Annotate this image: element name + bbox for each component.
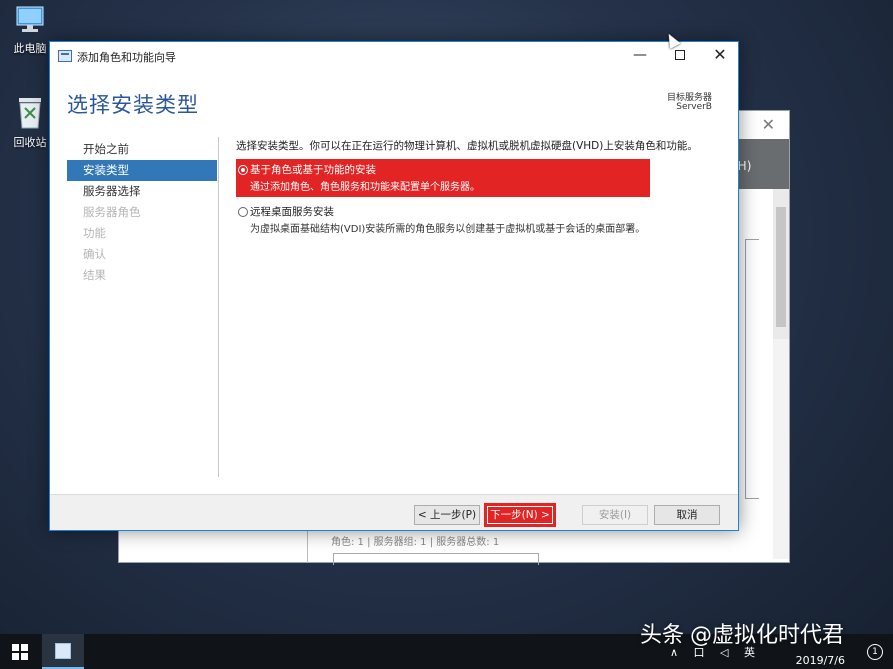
close-button[interactable]: ✕ [700,42,740,70]
cancel-button[interactable]: 取消 [654,505,720,525]
option-role-based-desc: 通过添加角色、角色服务和功能来配置单个服务器。 [250,182,480,193]
target-server-value: ServerB [676,102,712,112]
clock-date[interactable]: 2019/7/6 [796,654,845,667]
close-icon: ✕ [713,45,727,64]
windows-logo-icon [12,644,28,660]
intro-text: 选择安装类型。你可以在正在运行的物理计算机、虚拟机或脱机虚拟硬盘(VHD)上安装… [236,140,698,152]
nav-item-installation-type[interactable]: 安装类型 [67,160,217,181]
nav-item-confirmation: 确认 [83,247,106,261]
minimize-button[interactable]: — [620,42,660,70]
scrollbar-thumb[interactable] [776,207,786,327]
wizard-footer: < 上一步(P) 下一步(N) > 安装(I) 取消 [50,494,738,530]
title-bar[interactable]: 添加角色和功能向导 — ✕ [50,42,738,72]
option-rds-install[interactable]: 远程桌面服务安装 为虚拟桌面基础结构(VDI)安装所需的角色服务以创建基于虚拟机… [236,201,650,238]
nav-item-server-roles: 服务器角色 [83,205,141,219]
option-role-based-install[interactable]: 基于角色或基于功能的安装 通过添加角色、角色服务和功能来配置单个服务器。 [236,159,650,197]
nav-item-features: 功能 [83,226,106,240]
panel-frame [745,239,759,499]
thumbnail-box [333,553,539,565]
computer-icon [16,6,44,32]
watermark: 头条 @虚拟化时代君 [640,617,844,649]
install-button: 安装(I) [582,505,648,525]
wizard-app-icon [58,50,72,62]
window-title: 添加角色和功能向导 [77,51,176,64]
option-rds-desc: 为虚拟桌面基础结构(VDI)安装所需的角色服务以创建基于虚拟机或基于会话的桌面部… [250,224,646,235]
server-summary: 角色: 1 | 服务器组: 1 | 服务器总数: 1 [331,537,500,548]
taskbar-server-manager[interactable] [42,634,84,669]
watermark-account: @虚拟化时代君 [690,623,845,648]
wizard-nav: 开始之前 安装类型 服务器选择 服务器角色 功能 确认 结果 [67,139,217,286]
nav-item-results: 结果 [83,268,106,282]
notification-icon[interactable]: 1 [867,644,883,660]
previous-button[interactable]: < 上一步(P) [414,505,480,525]
nav-item-server-selection[interactable]: 服务器选择 [67,181,217,202]
nav-item-before-you-begin[interactable]: 开始之前 [67,139,217,160]
maximize-button[interactable] [660,42,700,70]
watermark-source: 头条 [640,623,685,648]
next-button[interactable]: 下一步(N) > [484,503,556,527]
radio-rds[interactable] [238,207,248,217]
start-button[interactable] [0,634,42,669]
page-title: 选择安装类型 [67,93,199,117]
close-icon[interactable]: ✕ [762,115,775,134]
nav-divider [218,137,219,477]
option-rds-title: 远程桌面服务安装 [250,206,334,218]
this-pc-label: 此电脑 [13,42,47,55]
option-role-based-title: 基于角色或基于功能的安装 [250,164,376,176]
minimize-icon: — [633,47,647,63]
scrollbar-track-lower[interactable] [773,339,789,559]
server-manager-icon [55,643,71,659]
maximize-icon [675,50,685,60]
recycle-bin-icon [19,98,41,129]
radio-role-based[interactable] [238,165,248,175]
add-roles-wizard-dialog: 添加角色和功能向导 — ✕ 选择安装类型 目标服务器 ServerB 开始之前 … [49,41,739,531]
recycle-bin-label: 回收站 [13,136,47,149]
